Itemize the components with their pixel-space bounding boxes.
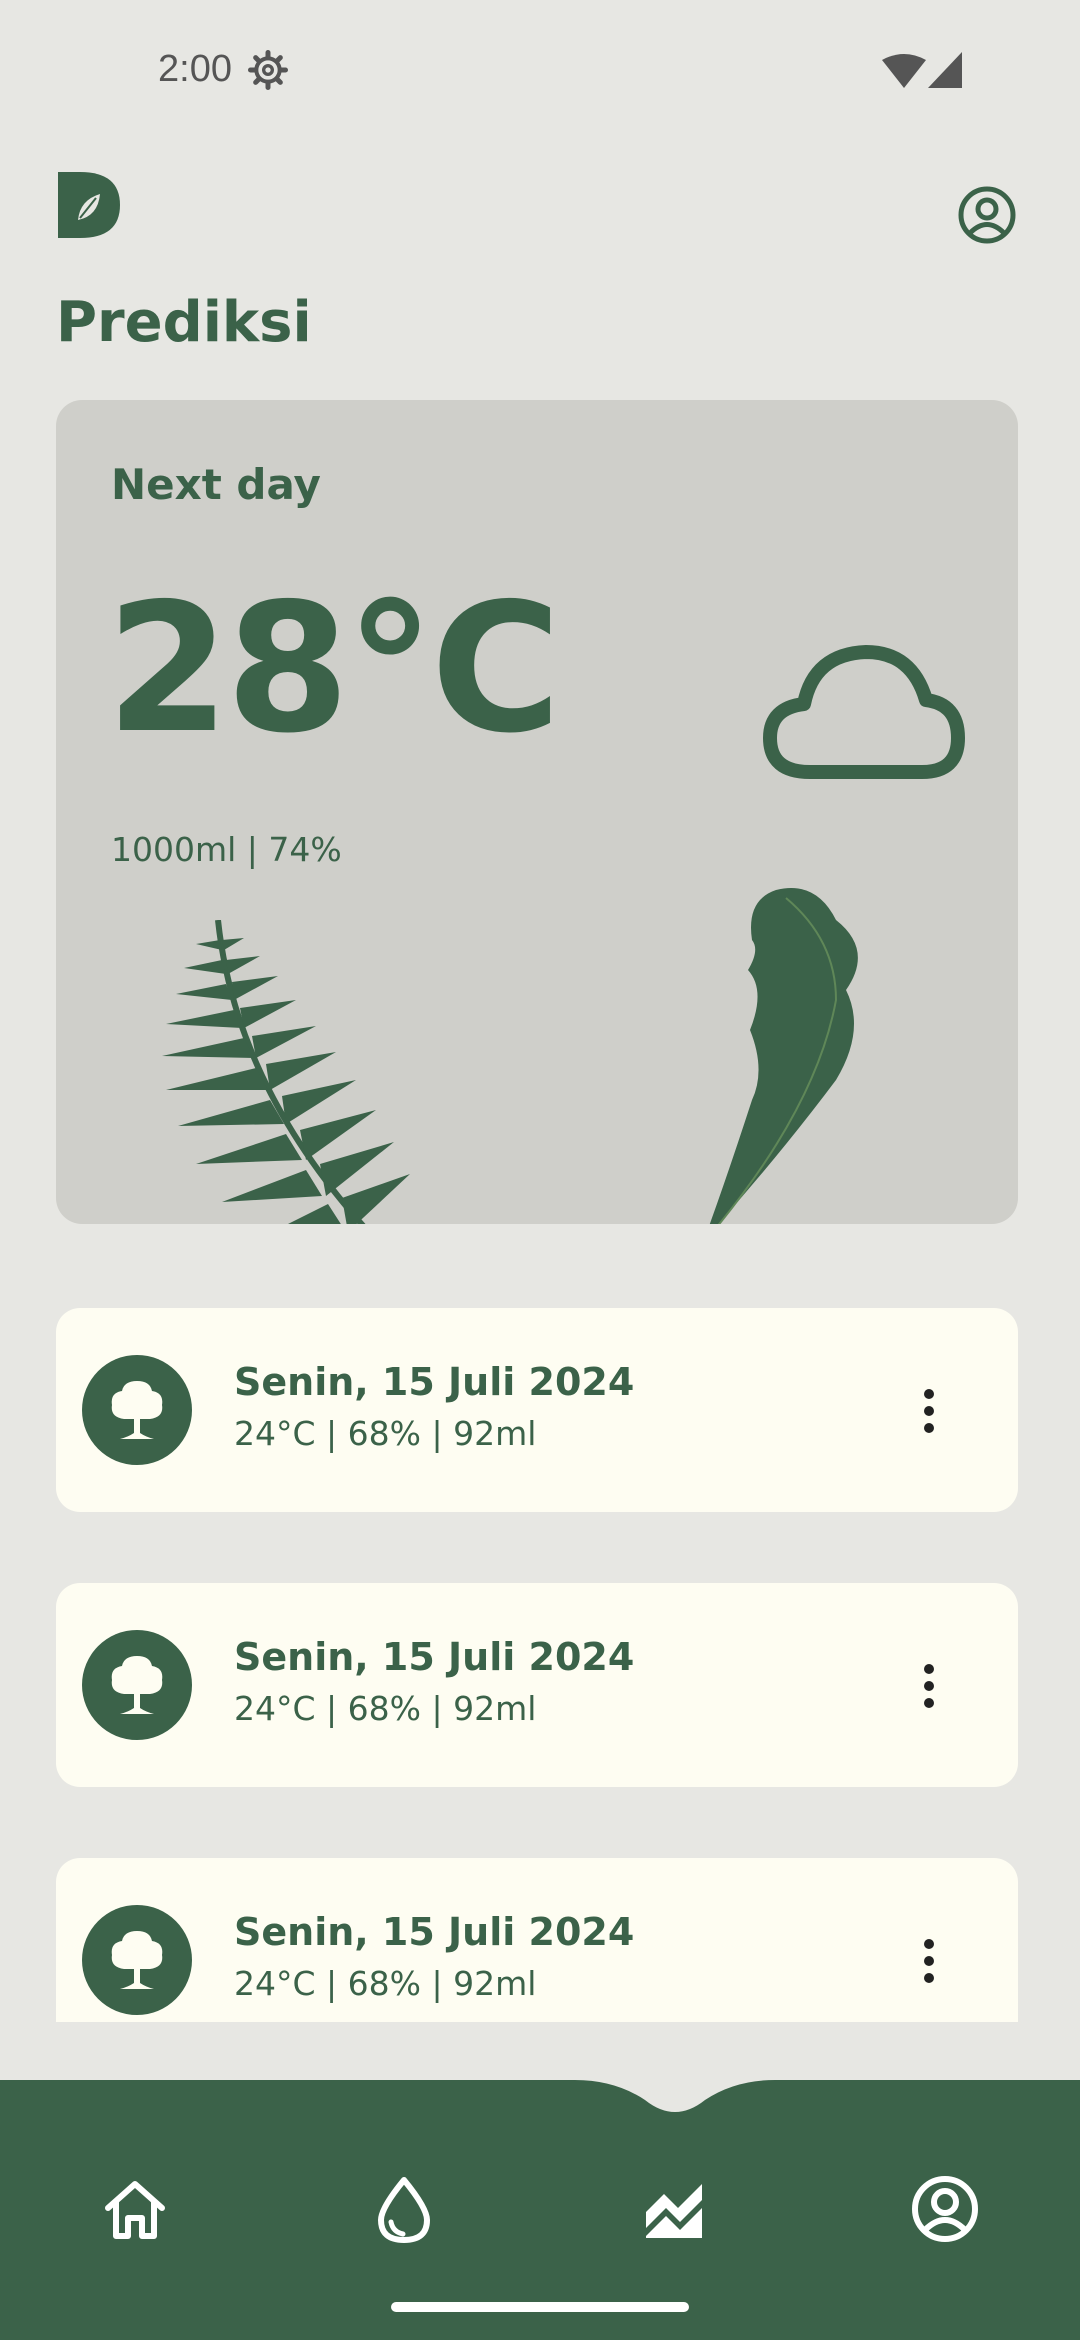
cell-signal-icon: [928, 52, 962, 88]
tree-icon: [82, 1905, 192, 2015]
list-item[interactable]: Senin, 15 Juli 2024 24°C | 68% | 92ml: [56, 1858, 1018, 2022]
list-item[interactable]: Senin, 15 Juli 2024 24°C | 68% | 92ml: [56, 1583, 1018, 1787]
list-item-meta: 24°C | 68% | 92ml: [234, 1964, 537, 2003]
profile-icon[interactable]: [958, 186, 1016, 244]
list-item-meta: 24°C | 68% | 92ml: [234, 1414, 537, 1453]
status-bar: 2:00: [0, 0, 1080, 140]
wifi-icon: [882, 54, 926, 88]
water-drop-icon[interactable]: [369, 2174, 439, 2244]
status-time: 2:00: [158, 48, 232, 90]
forecast-label: Next day: [111, 460, 321, 509]
tree-icon: [82, 1630, 192, 1740]
home-indicator[interactable]: [391, 2302, 689, 2312]
more-options-icon[interactable]: [914, 1661, 944, 1711]
more-options-icon[interactable]: [914, 1936, 944, 1986]
page-title: Prediksi: [56, 290, 312, 355]
forecast-temperature: 28°C: [106, 565, 561, 772]
prediction-chart-icon[interactable]: [640, 2174, 710, 2244]
forecast-card[interactable]: Next day 28°C 1000ml | 74%: [56, 400, 1018, 1224]
list-item-date: Senin, 15 Juli 2024: [234, 1635, 635, 1679]
forecast-meta: 1000ml | 74%: [111, 830, 342, 869]
list-item-date: Senin, 15 Juli 2024: [234, 1910, 635, 1954]
settings-gear-icon: [248, 50, 288, 90]
list-item-meta: 24°C | 68% | 92ml: [234, 1689, 537, 1728]
nav-active-notch: [575, 2080, 775, 2112]
fern-illustration: [162, 920, 410, 1224]
cloud-icon: [763, 645, 965, 779]
leaf-illustration: [709, 888, 858, 1224]
app-logo: [58, 172, 120, 238]
profile-icon[interactable]: [910, 2174, 980, 2244]
home-icon[interactable]: [100, 2174, 170, 2244]
list-item-date: Senin, 15 Juli 2024: [234, 1360, 635, 1404]
tree-icon: [82, 1355, 192, 1465]
list-item[interactable]: Senin, 15 Juli 2024 24°C | 68% | 92ml: [56, 1308, 1018, 1512]
more-options-icon[interactable]: [914, 1386, 944, 1436]
